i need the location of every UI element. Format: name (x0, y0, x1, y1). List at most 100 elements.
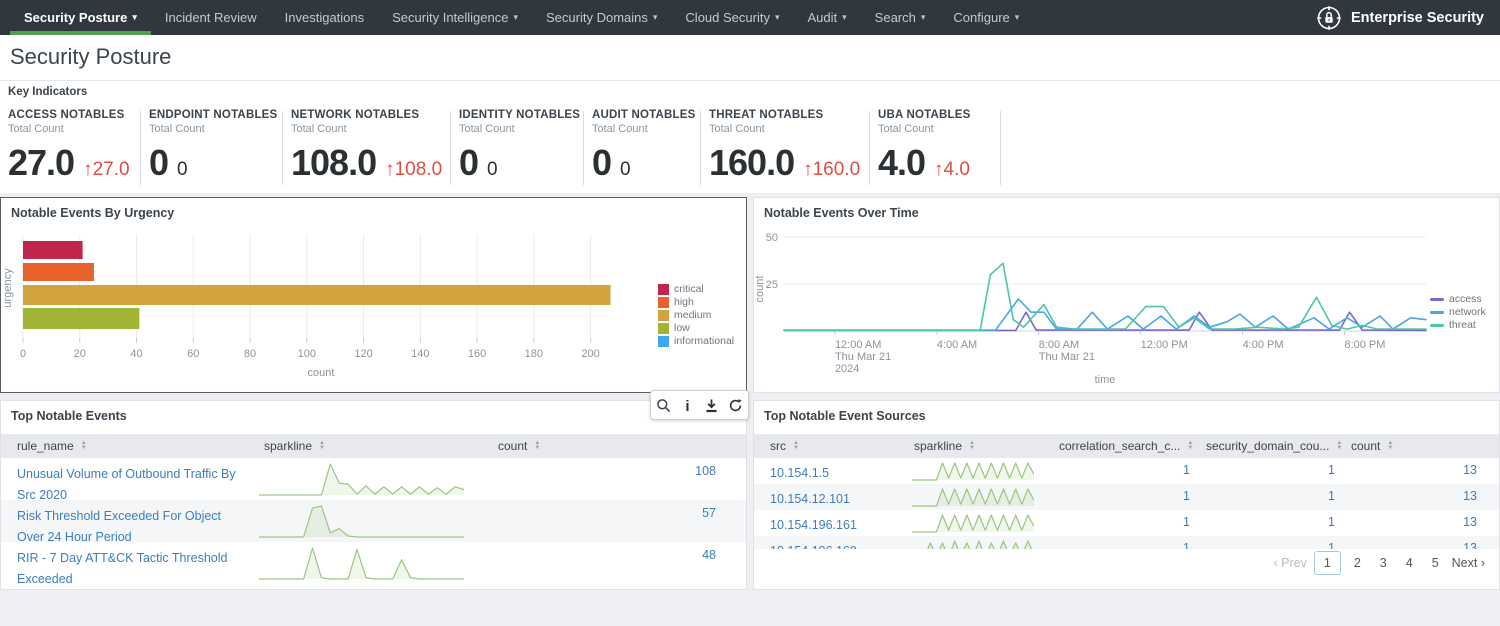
legend-swatch (1430, 324, 1444, 327)
rule-name-link[interactable]: RIR - 7 Day ATT&CK Tactic Threshold Exce… (17, 548, 249, 584)
download-icon[interactable] (704, 397, 720, 413)
legend-swatch (658, 297, 669, 308)
kpi-threat-notables[interactable]: THREAT NOTABLESTotal Count160.0↑160.0 (709, 109, 860, 189)
count-value[interactable]: 13 (1343, 541, 1477, 549)
nav-item-label: Security Posture (24, 10, 127, 25)
info-icon[interactable]: i (679, 397, 695, 413)
count-value[interactable]: 13 (1343, 489, 1477, 503)
correlation-search-count[interactable]: 1 (1053, 489, 1190, 503)
security-domain-count[interactable]: 1 (1198, 515, 1335, 529)
svg-text:4:00 PM: 4:00 PM (1243, 339, 1284, 351)
legend-item-critical[interactable]: critical (658, 283, 734, 296)
src-link[interactable]: 10.154.196.169 (770, 541, 905, 549)
bar-high (23, 263, 94, 281)
refresh-icon[interactable] (728, 397, 744, 413)
panel-notable-events-over-time: Notable Events Over Time 255012:00 AMThu… (753, 197, 1500, 393)
kpi-audit-notables[interactable]: AUDIT NOTABLESTotal Count00 (592, 109, 696, 189)
kpi-value-row: 160.0↑160.0 (709, 142, 860, 184)
search-icon[interactable] (655, 397, 671, 413)
correlation-search-count[interactable]: 1 (1053, 515, 1190, 529)
table-row[interactable]: Unusual Volume of Outbound Traffic By Sr… (1, 458, 746, 500)
table-row[interactable]: 10.154.196.169 11 13 (754, 536, 1499, 549)
security-domain-count[interactable]: 1 (1198, 463, 1335, 477)
security-domain-count[interactable]: 1 (1198, 541, 1335, 549)
nav-item-configure[interactable]: Configure▾ (939, 0, 1033, 35)
legend-item-medium[interactable]: medium (658, 309, 734, 322)
legend-swatch (658, 336, 669, 347)
src-link[interactable]: 10.154.196.161 (770, 515, 905, 536)
page-button-2[interactable]: 2 (1348, 552, 1367, 574)
sort-icon: ▲▼ (793, 441, 799, 451)
column-header-sparkline[interactable]: sparkline▲▼ (264, 434, 325, 458)
nav-item-incident-review[interactable]: Incident Review (151, 0, 271, 35)
column-header-src[interactable]: src ▲▼ (770, 434, 799, 458)
correlation-search-count[interactable]: 1 (1053, 463, 1190, 477)
page-button-1[interactable]: 1 (1314, 551, 1341, 575)
kpi-access-notables[interactable]: ACCESS NOTABLESTotal Count27.0↑27.0 (8, 109, 130, 189)
nav-item-security-posture[interactable]: Security Posture▾ (10, 0, 151, 35)
svg-text:120: 120 (354, 348, 372, 360)
nav-item-security-domains[interactable]: Security Domains▾ (532, 0, 671, 35)
nav-item-cloud-security[interactable]: Cloud Security▾ (671, 0, 793, 35)
kpi-separator (1000, 111, 1001, 185)
legend-item-access[interactable]: access (1430, 293, 1486, 306)
legend-item-informational[interactable]: informational (658, 335, 734, 348)
kpi-delta: ↑27.0 (83, 159, 129, 181)
overtime-line-chart[interactable]: 255012:00 AMThu Mar 2120244:00 AM8:00 AM… (754, 226, 1499, 392)
count-value[interactable]: 13 (1343, 515, 1477, 529)
legend-item-threat[interactable]: threat (1430, 319, 1486, 332)
column-header-label: src (770, 439, 786, 453)
top-sources-table-header: src ▲▼ sparkline▲▼ correlation_search_c...▲… (754, 434, 1499, 458)
kpi-value: 0 (459, 142, 478, 184)
column-header-label: sparkline (914, 439, 962, 453)
table-row[interactable]: RIR - 7 Day ATT&CK Tactic Threshold Exce… (1, 542, 746, 584)
table-row[interactable]: 10.154.1.5 11 13 (754, 458, 1499, 484)
legend-item-low[interactable]: low (658, 322, 734, 335)
svg-text:50: 50 (766, 232, 778, 244)
prev-page-button[interactable]: ‹ Prev (1274, 556, 1307, 570)
count-value[interactable]: 108 (496, 464, 716, 478)
legend-item-high[interactable]: high (658, 296, 734, 309)
nav-item-search[interactable]: Search▾ (861, 0, 940, 35)
src-link[interactable]: 10.154.12.101 (770, 489, 905, 510)
table-row[interactable]: Risk Threshold Exceeded For Object Over … (1, 500, 746, 542)
kpi-subtitle: Total Count (592, 123, 696, 135)
kpi-identity-notables[interactable]: IDENTITY NOTABLESTotal Count00 (459, 109, 580, 189)
urgency-chart-legend: criticalhighmediumlowinformational (658, 283, 734, 348)
kpi-uba-notables[interactable]: UBA NOTABLESTotal Count4.0↑4.0 (878, 109, 970, 189)
correlation-search-count[interactable]: 1 (1053, 541, 1190, 549)
key-indicators-panel: Key Indicators ACCESS NOTABLESTotal Coun… (0, 81, 1500, 193)
column-header-sparkline[interactable]: sparkline▲▼ (914, 434, 975, 458)
kpi-value: 108.0 (291, 142, 376, 184)
kpi-name: AUDIT NOTABLES (592, 109, 696, 121)
page-button-3[interactable]: 3 (1374, 552, 1393, 574)
nav-item-security-intelligence[interactable]: Security Intelligence▾ (378, 0, 532, 35)
security-domain-count[interactable]: 1 (1198, 489, 1335, 503)
page-button-4[interactable]: 4 (1400, 552, 1419, 574)
table-row[interactable]: 10.154.12.101 11 13 (754, 484, 1499, 510)
table-row[interactable]: 10.154.196.161 11 13 (754, 510, 1499, 536)
sparkline-cell (259, 545, 464, 584)
column-header-count[interactable]: count▲▼ (1351, 434, 1393, 458)
svg-text:12:00 AM: 12:00 AM (835, 339, 881, 351)
column-header-correlation-search-c[interactable]: correlation_search_c...▲▼ (1059, 434, 1193, 458)
src-link[interactable]: 10.154.1.5 (770, 463, 905, 484)
column-header-count[interactable]: count▲▼ (498, 434, 540, 458)
column-header-rule-name[interactable]: rule_name▲▼ (17, 434, 87, 458)
count-value[interactable]: 57 (496, 506, 716, 520)
svg-text:2024: 2024 (835, 363, 859, 375)
page-button-5[interactable]: 5 (1426, 552, 1445, 574)
column-header-security-domain-cou[interactable]: security_domain_cou...▲▼ (1206, 434, 1342, 458)
next-page-button[interactable]: Next › (1452, 556, 1485, 570)
legend-item-network[interactable]: network (1430, 306, 1486, 319)
nav-item-audit[interactable]: Audit▾ (794, 0, 861, 35)
nav-item-investigations[interactable]: Investigations (271, 0, 379, 35)
svg-text:60: 60 (187, 348, 199, 360)
urgency-bar-chart[interactable]: 020406080100120140160180200urgencycount (1, 226, 746, 392)
legend-label: access (1449, 293, 1482, 306)
kpi-endpoint-notables[interactable]: ENDPOINT NOTABLESTotal Count00 (149, 109, 277, 189)
kpi-network-notables[interactable]: NETWORK NOTABLESTotal Count108.0↑108.0 (291, 109, 442, 189)
count-value[interactable]: 13 (1343, 463, 1477, 477)
svg-text:180: 180 (525, 348, 543, 360)
count-value[interactable]: 48 (496, 548, 716, 562)
